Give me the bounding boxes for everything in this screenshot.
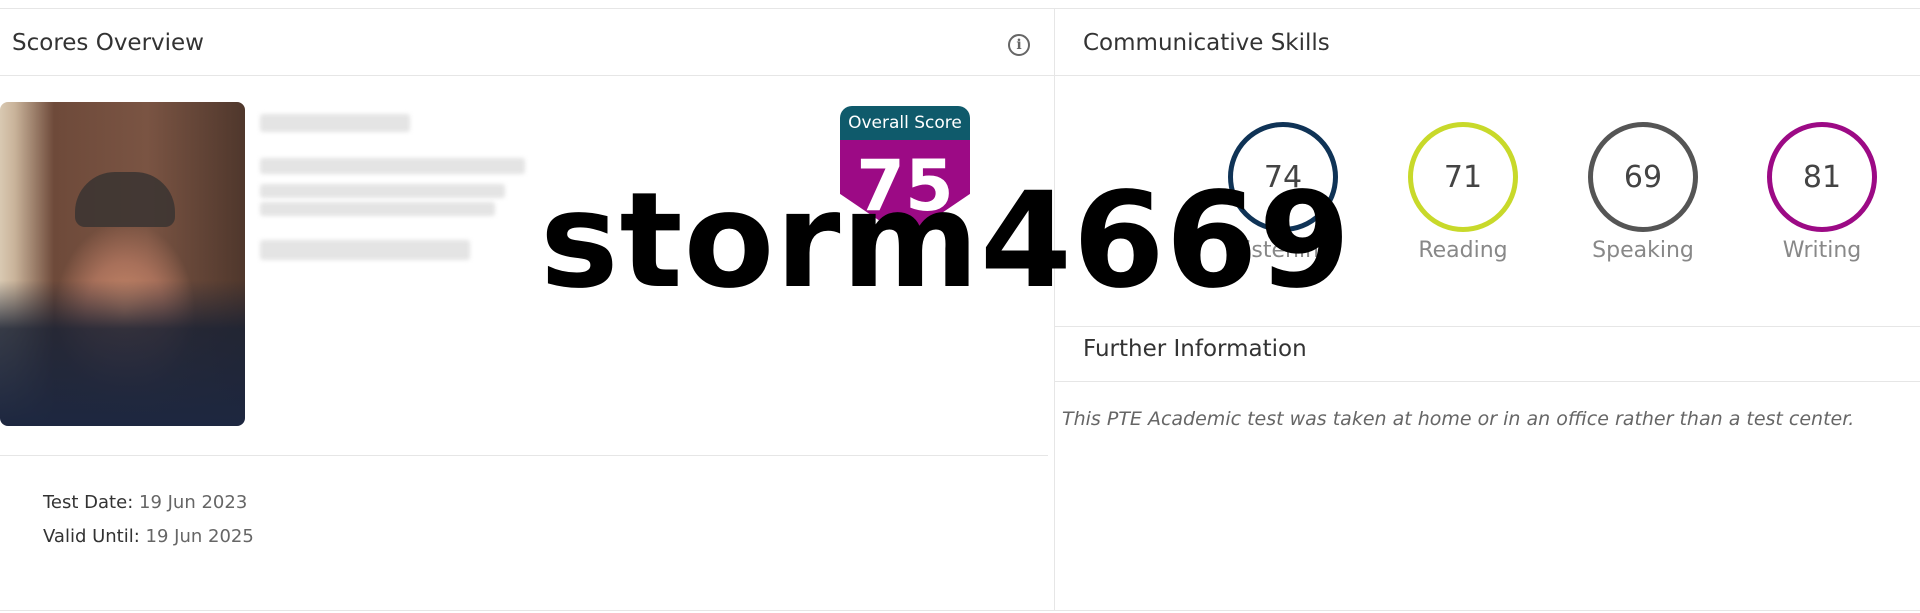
candidate-detail-redacted	[260, 202, 495, 216]
test-date-value: 19 Jun 2023	[139, 492, 248, 513]
valid-until-label: Valid Until:	[43, 526, 140, 547]
test-date-label: Test Date:	[43, 492, 134, 513]
scores-overview-header-divider	[0, 75, 1054, 76]
valid-until: Valid Until: 19 Jun 2025	[43, 526, 254, 547]
speaking-label: Speaking	[1592, 238, 1694, 263]
skill-speaking: 69 Speaking	[1553, 122, 1733, 263]
communicative-skills-title: Communicative Skills	[1083, 30, 1330, 56]
reading-score-ring: 71	[1408, 122, 1518, 232]
bottom-divider	[0, 610, 1920, 611]
scores-overview-title: Scores Overview	[12, 30, 204, 56]
skill-reading: 71 Reading	[1373, 122, 1553, 263]
writing-label: Writing	[1782, 238, 1862, 263]
writing-score-ring: 81	[1767, 122, 1877, 232]
candidate-detail-redacted	[260, 158, 525, 174]
speaking-score-ring: 69	[1588, 122, 1698, 232]
info-icon[interactable]: i	[1008, 34, 1030, 56]
further-information-header-divider	[1055, 381, 1920, 382]
test-date: Test Date: 19 Jun 2023	[43, 492, 247, 513]
candidate-name-redacted	[260, 114, 410, 132]
candidate-id-redacted	[260, 240, 470, 260]
scores-overview-divider	[0, 455, 1048, 456]
watermark-text: storm4669	[540, 164, 1352, 318]
further-information-note: This PTE Academic test was taken at home…	[1062, 408, 1855, 430]
further-information-title: Further Information	[1083, 336, 1307, 362]
overall-score-label: Overall Score	[840, 106, 970, 140]
valid-until-value: 19 Jun 2025	[145, 526, 254, 547]
skill-writing: 81 Writing	[1732, 122, 1912, 263]
candidate-detail-redacted	[260, 184, 505, 198]
candidate-photo	[0, 102, 245, 426]
reading-label: Reading	[1418, 238, 1508, 263]
communicative-skills-header-divider	[1055, 75, 1920, 76]
further-information-top-divider	[1055, 326, 1920, 327]
